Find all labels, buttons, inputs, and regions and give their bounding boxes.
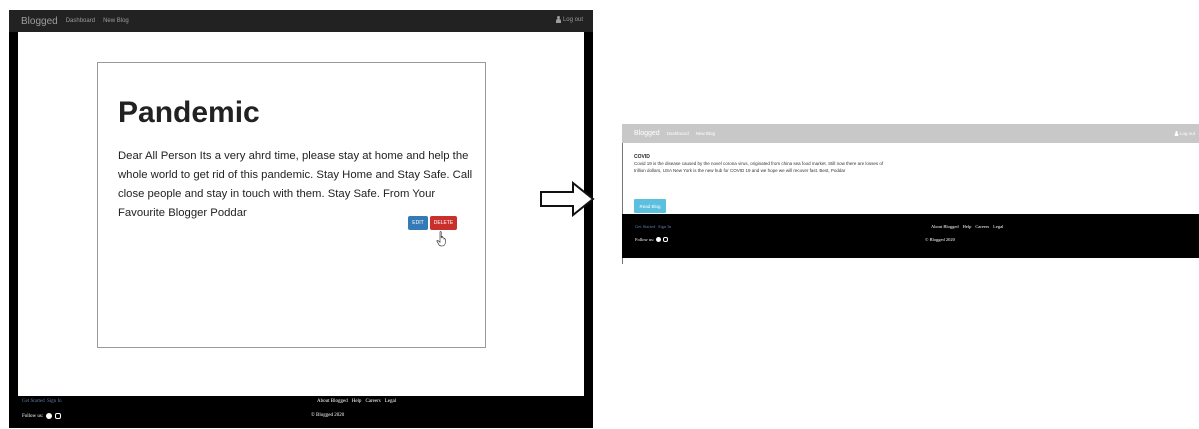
user-icon xyxy=(1174,131,1179,136)
blog-post-item: COVID Covid 19 is the disease caused by … xyxy=(622,143,1199,214)
footer-get-started-link[interactable]: Get Started xyxy=(22,399,45,404)
nav-link-new-blog[interactable]: New Blog xyxy=(103,18,129,24)
logout-label: Log out xyxy=(1179,131,1195,136)
read-blog-button[interactable]: Read Blog xyxy=(634,199,666,213)
footer-follow: Follow us: xyxy=(635,237,669,242)
follow-us-label: Follow us: xyxy=(635,237,655,242)
edit-button[interactable]: EDIT xyxy=(408,216,428,230)
nav-link-new-blog[interactable]: New Blog xyxy=(696,131,715,136)
footer-sign-in-link[interactable]: Sign In xyxy=(658,224,671,229)
footer-get-started-link[interactable]: Get Started xyxy=(635,224,655,229)
facebook-icon[interactable] xyxy=(46,413,53,419)
footer-sign-in-link[interactable]: Sign In xyxy=(47,399,62,404)
footer-links: About Blogged Help Careers Legal xyxy=(317,399,396,404)
post-excerpt: Covid 19 is the disease caused by the no… xyxy=(634,161,884,173)
footer-copyright: © Blogged 2020 xyxy=(925,237,955,242)
footer-link-about[interactable]: About Blogged xyxy=(931,224,959,229)
facebook-icon[interactable] xyxy=(656,237,662,242)
dashboard-screenshot: Blogged Dashboard New Blog Log out COVID… xyxy=(622,124,1199,264)
footer-link-careers[interactable]: Careers xyxy=(975,224,989,229)
main-content: Pandemic Dear All Person Its a very ahrd… xyxy=(18,32,584,404)
logout-label: Log out xyxy=(562,16,583,23)
navbar: Blogged Dashboard New Blog Log out xyxy=(9,10,593,32)
nav-link-dashboard[interactable]: Dashboard xyxy=(66,18,95,24)
logout-link[interactable]: Log out xyxy=(555,16,583,23)
footer-links: About Blogged Help Careers Legal xyxy=(931,224,1003,229)
footer: Get Started Sign In About Blogged Help C… xyxy=(622,214,1199,258)
footer-link-help[interactable]: Help xyxy=(963,224,972,229)
navbar-brand[interactable]: Blogged xyxy=(634,130,660,137)
blog-body: Dear All Person Its a very ahrd time, pl… xyxy=(118,150,473,219)
footer-link-legal[interactable]: Legal xyxy=(993,224,1003,229)
blog-title: Pandemic xyxy=(118,96,260,129)
blog-detail-screenshot: Blogged Dashboard New Blog Log out Pande… xyxy=(9,10,593,428)
footer-link-careers[interactable]: Careers xyxy=(365,399,380,404)
right-arrow-icon xyxy=(540,181,595,217)
delete-button[interactable]: DELETE xyxy=(430,216,457,230)
footer-follow: Follow us: xyxy=(22,413,62,419)
instagram-icon[interactable] xyxy=(55,413,62,419)
hand-pointer-cursor-icon xyxy=(436,231,446,247)
user-icon xyxy=(555,16,561,23)
nav-link-dashboard[interactable]: Dashboard xyxy=(667,131,689,136)
footer-link-help[interactable]: Help xyxy=(352,399,362,404)
instagram-icon[interactable] xyxy=(663,237,669,242)
footer-copyright: © Blogged 2020 xyxy=(311,413,345,418)
post-title: COVID xyxy=(634,154,650,160)
logout-link[interactable]: Log out xyxy=(1174,130,1195,137)
footer-link-legal[interactable]: Legal xyxy=(385,399,396,404)
follow-us-label: Follow us: xyxy=(22,413,44,419)
navbar: Blogged Dashboard New Blog Log out xyxy=(622,124,1199,143)
blog-card: Pandemic Dear All Person Its a very ahrd… xyxy=(97,62,486,348)
navbar-brand[interactable]: Blogged xyxy=(21,16,58,27)
footer: Get Started Sign In About Blogged Help C… xyxy=(9,396,593,428)
footer-link-about[interactable]: About Blogged xyxy=(317,399,348,404)
page-edge xyxy=(622,258,623,264)
